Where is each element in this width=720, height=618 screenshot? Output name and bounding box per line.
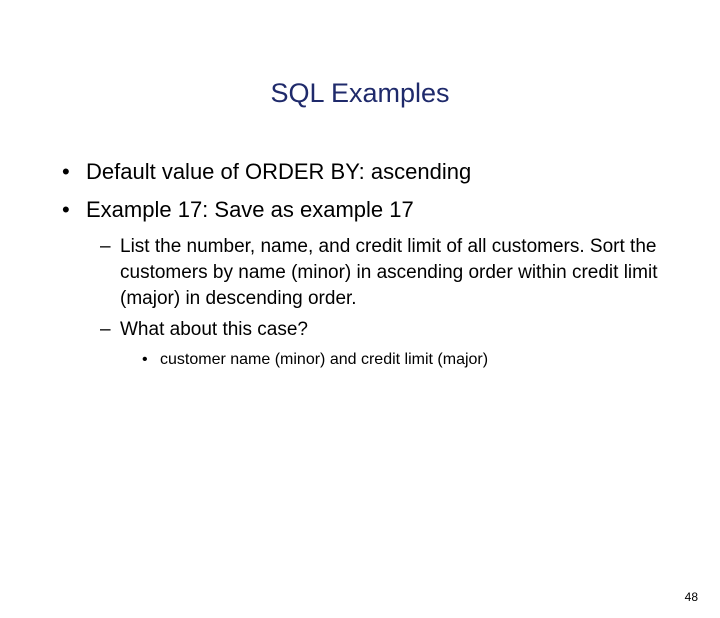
bullet-list-level1: Default value of ORDER BY: ascending Exa… xyxy=(60,157,660,371)
slide-title: SQL Examples xyxy=(0,78,720,109)
bullet-list-level3: customer name (minor) and credit limit (… xyxy=(142,349,660,371)
page-number: 48 xyxy=(685,590,698,604)
bullet-list-level2: List the number, name, and credit limit … xyxy=(100,234,660,370)
slide: SQL Examples Default value of ORDER BY: … xyxy=(0,78,720,618)
list-item-text: Example 17: Save as example 17 xyxy=(86,197,414,222)
list-item: customer name (minor) and credit limit (… xyxy=(142,349,660,371)
list-item: List the number, name, and credit limit … xyxy=(100,234,660,311)
list-item: Default value of ORDER BY: ascending xyxy=(60,157,660,187)
list-item: Example 17: Save as example 17 List the … xyxy=(60,195,660,371)
list-item: What about this case? customer name (min… xyxy=(100,317,660,370)
list-item-text: What about this case? xyxy=(120,319,308,340)
slide-content: Default value of ORDER BY: ascending Exa… xyxy=(60,157,660,371)
